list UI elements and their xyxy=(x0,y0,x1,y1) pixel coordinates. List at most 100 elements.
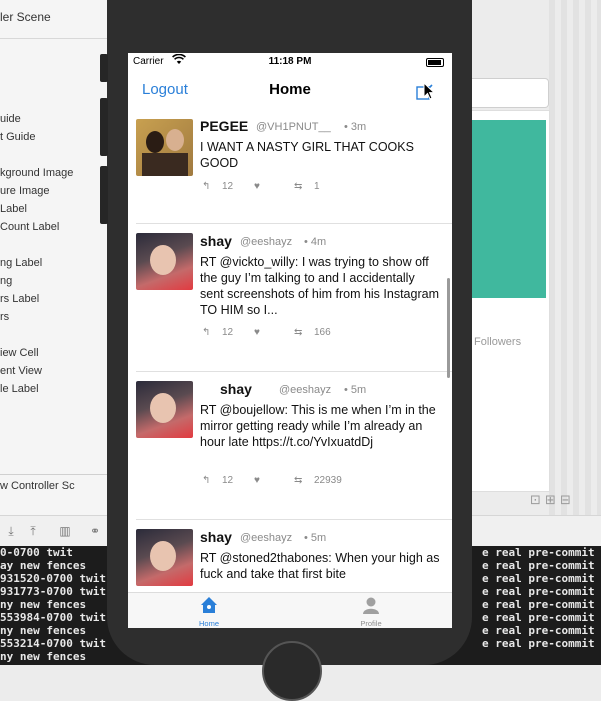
tab-bar: Home Profile xyxy=(128,592,452,628)
tweet-author-handle[interactable]: @eeshayz xyxy=(279,384,331,396)
tweet-cell[interactable]: shay @eeshayz • 5m RT @stoned2thabones: … xyxy=(128,529,452,592)
outline-item[interactable]: le Label xyxy=(0,380,108,398)
step-down-icon[interactable]: ⤓ xyxy=(4,524,18,538)
divider xyxy=(0,474,108,475)
console-line: ay new fences xyxy=(0,559,87,572)
like-count: 12 xyxy=(222,181,234,192)
outline-item[interactable]: iew Cell xyxy=(0,344,108,362)
tweet-author-handle[interactable]: @eeshayz xyxy=(240,532,292,544)
navigation-bar: Logout Home xyxy=(128,73,452,115)
retweet-count: 22939 xyxy=(314,475,342,486)
console-line: 931773-0700 twit xyxy=(0,585,106,598)
heart-icon[interactable]: ♥ xyxy=(254,327,260,338)
tweet-author-name[interactable]: shay xyxy=(200,529,232,545)
tweet-cell[interactable]: shay @eeshayz • 4m RT @vickto_willy: I w… xyxy=(128,233,452,373)
tweet-author-handle[interactable]: @eeshayz xyxy=(240,236,292,248)
outline-item[interactable]: rs xyxy=(0,308,108,326)
heart-icon[interactable]: ♥ xyxy=(254,475,260,486)
xcode-document-outline: ler Scene uide t Guide kground Image ure… xyxy=(0,0,108,545)
timeline-feed[interactable]: PEGEE @VH1PNUT__ • 3m I WANT A NASTY GIR… xyxy=(128,115,452,592)
like-count: 12 xyxy=(222,475,234,486)
console-line: e real pre-commit h xyxy=(482,572,601,585)
tweet-age: • 5m xyxy=(344,384,367,396)
tweet-actions: ↰ 12 ♥ ⇆ 166 xyxy=(200,327,440,339)
tweet-author-name[interactable]: PEGEE xyxy=(200,118,248,134)
volume-up-button xyxy=(100,98,108,156)
avatar[interactable] xyxy=(136,381,193,438)
retweet-icon[interactable]: ⇆ xyxy=(294,327,302,338)
outline-item[interactable]: Count Label xyxy=(0,218,108,236)
app-screen: Carrier 11:18 PM Logout Home PEGEE @VH1P… xyxy=(128,53,452,628)
outline-item xyxy=(0,146,108,164)
console-line: ny new fences xyxy=(0,650,87,663)
retweet-icon[interactable]: ⇆ xyxy=(294,475,302,486)
outline-item[interactable]: ure Image xyxy=(0,182,108,200)
layout-icons[interactable]: ⊡ ⊞ ⊟ xyxy=(530,493,571,508)
outline-list: uide t Guide kground Image ure Image Lab… xyxy=(0,110,108,398)
tweet-age: • 4m xyxy=(304,236,327,248)
outline-item[interactable]: ent View xyxy=(0,362,108,380)
reply-icon[interactable]: ↰ xyxy=(202,327,210,338)
tab-home-label: Home xyxy=(198,619,219,628)
avatar[interactable] xyxy=(136,233,193,290)
avatar-figure xyxy=(150,393,176,423)
outline-item[interactable]: kground Image xyxy=(0,164,108,182)
scroll-indicator[interactable] xyxy=(447,278,450,378)
cell-divider xyxy=(136,371,452,372)
console-line: e real pre-commit h xyxy=(482,598,601,611)
avatar-figure xyxy=(150,541,176,571)
outline-item[interactable]: ng xyxy=(0,272,108,290)
tweet-author-name[interactable]: shay xyxy=(200,233,232,249)
home-button[interactable] xyxy=(262,641,322,701)
avatar[interactable] xyxy=(136,529,193,586)
memory-graph-icon[interactable]: ⚭ xyxy=(88,524,102,538)
console-line: ny new fences xyxy=(0,598,87,611)
outline-item[interactable]: Label xyxy=(0,200,108,218)
view-debugger-icon[interactable]: ▥ xyxy=(58,524,72,538)
outline-item[interactable]: rs Label xyxy=(0,290,108,308)
avatar[interactable] xyxy=(136,119,193,176)
scene-title: ler Scene xyxy=(0,10,51,24)
controller-scene-item[interactable]: w Controller Sc xyxy=(0,480,75,492)
tweet-author-handle[interactable]: @VH1PNUT__ xyxy=(256,121,331,133)
mute-switch xyxy=(100,54,108,82)
heart-icon[interactable]: ♥ xyxy=(254,181,260,192)
console-line: e real pre-commit h xyxy=(482,559,601,572)
followers-label: Followers xyxy=(474,336,522,348)
reply-icon[interactable]: ↰ xyxy=(202,475,210,486)
step-out-icon[interactable]: ⤒ xyxy=(26,524,40,538)
tweet-age: • 3m xyxy=(344,121,367,133)
status-time: 11:18 PM xyxy=(268,56,312,67)
like-count: 12 xyxy=(222,327,234,338)
outline-item[interactable]: ng Label xyxy=(0,254,108,272)
outline-item[interactable]: uide xyxy=(0,110,108,128)
mouse-cursor-icon xyxy=(423,81,436,100)
console-line: ny new fences xyxy=(0,624,87,637)
profile-icon xyxy=(362,596,380,616)
console-line: 553214-0700 twit xyxy=(0,637,106,650)
outline-item[interactable]: t Guide xyxy=(0,128,108,146)
avatar-figure xyxy=(150,245,176,275)
home-icon xyxy=(200,596,218,616)
tweet-actions: ↰ 12 ♥ ⇆ 1 xyxy=(200,181,440,193)
retweet-count: 166 xyxy=(314,327,331,338)
console-line: e real pre-commit h xyxy=(482,611,601,624)
console-line: e real pre-commit h xyxy=(482,546,601,559)
tweet-text: RT @stoned2thabones: When your high as f… xyxy=(200,551,440,581)
outline-item xyxy=(0,236,108,254)
tweet-author-name[interactable]: shay xyxy=(220,381,252,397)
retweet-icon[interactable]: ⇆ xyxy=(294,181,302,192)
divider xyxy=(0,38,108,39)
volume-down-button xyxy=(100,166,108,224)
tweet-cell[interactable]: PEGEE @VH1PNUT__ • 3m I WANT A NASTY GIR… xyxy=(128,115,452,233)
console-log-right: e real pre-commit h e real pre-commit h … xyxy=(482,546,601,650)
tweet-cell[interactable]: shay @eeshayz • 5m RT @boujellow: This i… xyxy=(128,381,452,521)
tab-profile-label: Profile xyxy=(360,619,382,628)
console-line: e real pre-commit h xyxy=(482,585,601,598)
reply-icon[interactable]: ↰ xyxy=(202,181,210,192)
console-line: e real pre-commit h xyxy=(482,637,601,650)
outline-item xyxy=(0,326,108,344)
console-line: 553984-0700 twit xyxy=(0,611,106,624)
cell-divider xyxy=(136,223,452,224)
nav-title: Home xyxy=(269,81,311,98)
